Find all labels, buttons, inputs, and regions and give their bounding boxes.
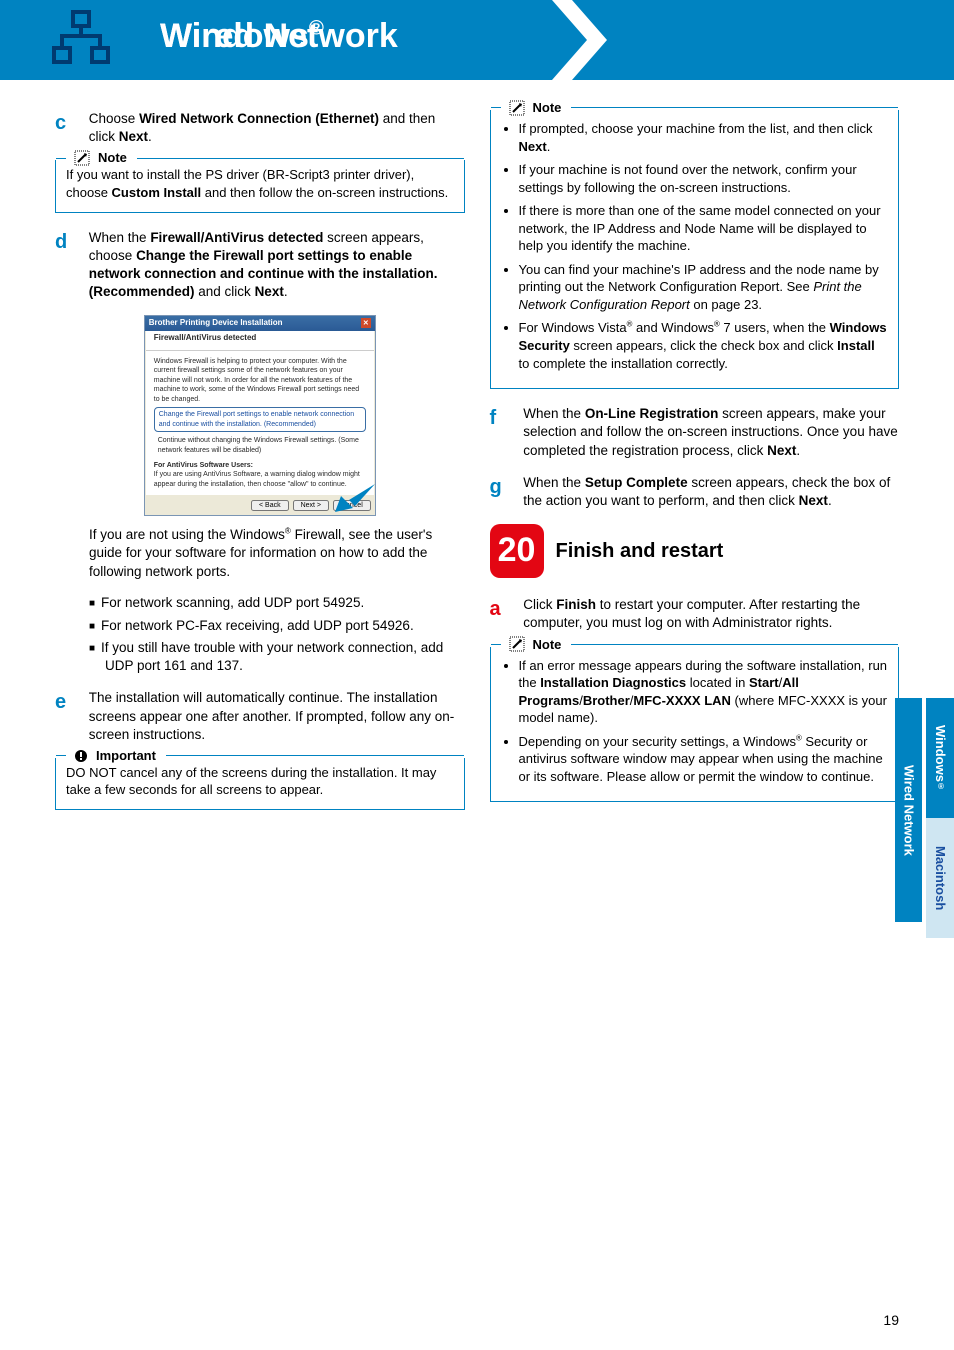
list-item: Depending on your security settings, a W… (519, 733, 889, 786)
list-item: For network scanning, add UDP port 54925… (105, 594, 465, 612)
note-label: Note (533, 99, 566, 117)
list-item: If there is more than one of the same mo… (519, 202, 889, 255)
step-letter-a: a (490, 596, 520, 623)
note-label: Note (98, 149, 131, 167)
note-2-list: If prompted, choose your machine from th… (501, 120, 889, 372)
step-e: e The installation will automatically co… (55, 689, 465, 744)
side-tabs: Wired Network Windows® Macintosh (895, 698, 954, 938)
step-e-text: The installation will automatically cont… (89, 689, 464, 744)
tab-wired-network[interactable]: Wired Network (895, 698, 923, 922)
step-d-text: When the Firewall/AntiVirus detected scr… (89, 229, 464, 302)
left-column: c Choose Wired Network Connection (Ether… (55, 110, 465, 826)
mock-back-button: < Back (251, 500, 289, 511)
header-os: Windows® (160, 14, 874, 60)
mock-subtitle: Firewall/AntiVirus detected (146, 331, 374, 351)
step-d: d When the Firewall/AntiVirus detected s… (55, 229, 465, 302)
list-item: If you still have trouble with your netw… (105, 639, 465, 675)
page-number: 19 (883, 1311, 899, 1330)
note-box-1: Note If you want to install the PS drive… (55, 160, 465, 212)
mock-radio-2: Continue without changing the Windows Fi… (154, 434, 366, 457)
note-icon (507, 636, 527, 652)
step-c-text: Choose Wired Network Connection (Etherne… (89, 110, 464, 146)
header-bar: Wired Network Windows® (0, 0, 954, 80)
step-f: f When the On-Line Registration screen a… (490, 405, 900, 460)
step-letter-e: e (55, 689, 85, 716)
list-item: You can find your machine's IP address a… (519, 261, 889, 314)
arrow-icon (335, 484, 375, 512)
screenshot-mock: Brother Printing Device Installation ✕ F… (55, 315, 465, 516)
note-3-list: If an error message appears during the s… (501, 657, 889, 786)
page: Wired Network Windows® c Choose Wired Ne… (0, 0, 954, 1350)
note-label: Note (533, 636, 566, 654)
step-letter-f: f (490, 405, 520, 432)
step-g: g When the Setup Complete screen appears… (490, 474, 900, 510)
note-1-text: If you want to install the PS driver (BR… (66, 166, 454, 201)
list-item: If an error message appears during the s… (519, 657, 889, 727)
step-letter-c: c (55, 110, 85, 137)
content-columns: c Choose Wired Network Connection (Ether… (0, 80, 954, 826)
note-icon (72, 150, 92, 166)
step-letter-g: g (490, 474, 520, 501)
note-box-2: Note If prompted, choose your machine fr… (490, 110, 900, 389)
step-number: 20 (490, 524, 544, 578)
important-icon (72, 749, 90, 763)
important-label: Important (96, 747, 160, 765)
after-mock: If you are not using the Windows® Firewa… (89, 526, 465, 675)
list-item: If your machine is not found over the ne… (519, 161, 889, 196)
tab-macintosh[interactable]: Macintosh (926, 818, 954, 938)
step-a: a Click Finish to restart your computer.… (490, 596, 900, 632)
important-box: Important DO NOT cancel any of the scree… (55, 758, 465, 810)
mock-next-button: Next > (293, 500, 329, 511)
step-c: c Choose Wired Network Connection (Ether… (55, 110, 465, 146)
important-text: DO NOT cancel any of the screens during … (66, 764, 454, 799)
list-item: For Windows Vista® and Windows® 7 users,… (519, 319, 889, 372)
big-step-20: 20 Finish and restart (490, 524, 900, 578)
mock-paragraph: Windows Firewall is helping to protect y… (154, 357, 366, 404)
step-title: Finish and restart (556, 538, 724, 565)
step-letter-d: d (55, 229, 85, 256)
list-item: For network PC-Fax receiving, add UDP po… (105, 617, 465, 635)
right-column: Note If prompted, choose your machine fr… (490, 110, 900, 826)
network-icon (50, 10, 112, 71)
port-list: For network scanning, add UDP port 54925… (89, 594, 465, 675)
mock-av-heading: For AntiVirus Software Users: (154, 461, 366, 470)
tab-windows[interactable]: Windows® (926, 698, 954, 818)
step-f-text: When the On-Line Registration screen app… (523, 405, 898, 460)
step-a-text: Click Finish to restart your computer. A… (523, 596, 898, 632)
note-box-3: Note If an error message appears during … (490, 647, 900, 803)
mock-title: Brother Printing Device Installation (149, 318, 283, 329)
mock-radio-1: Change the Firewall port settings to ena… (154, 407, 366, 432)
step-g-text: When the Setup Complete screen appears, … (523, 474, 898, 510)
note-icon (507, 100, 527, 116)
list-item: If prompted, choose your machine from th… (519, 120, 889, 155)
close-icon: ✕ (361, 318, 371, 328)
